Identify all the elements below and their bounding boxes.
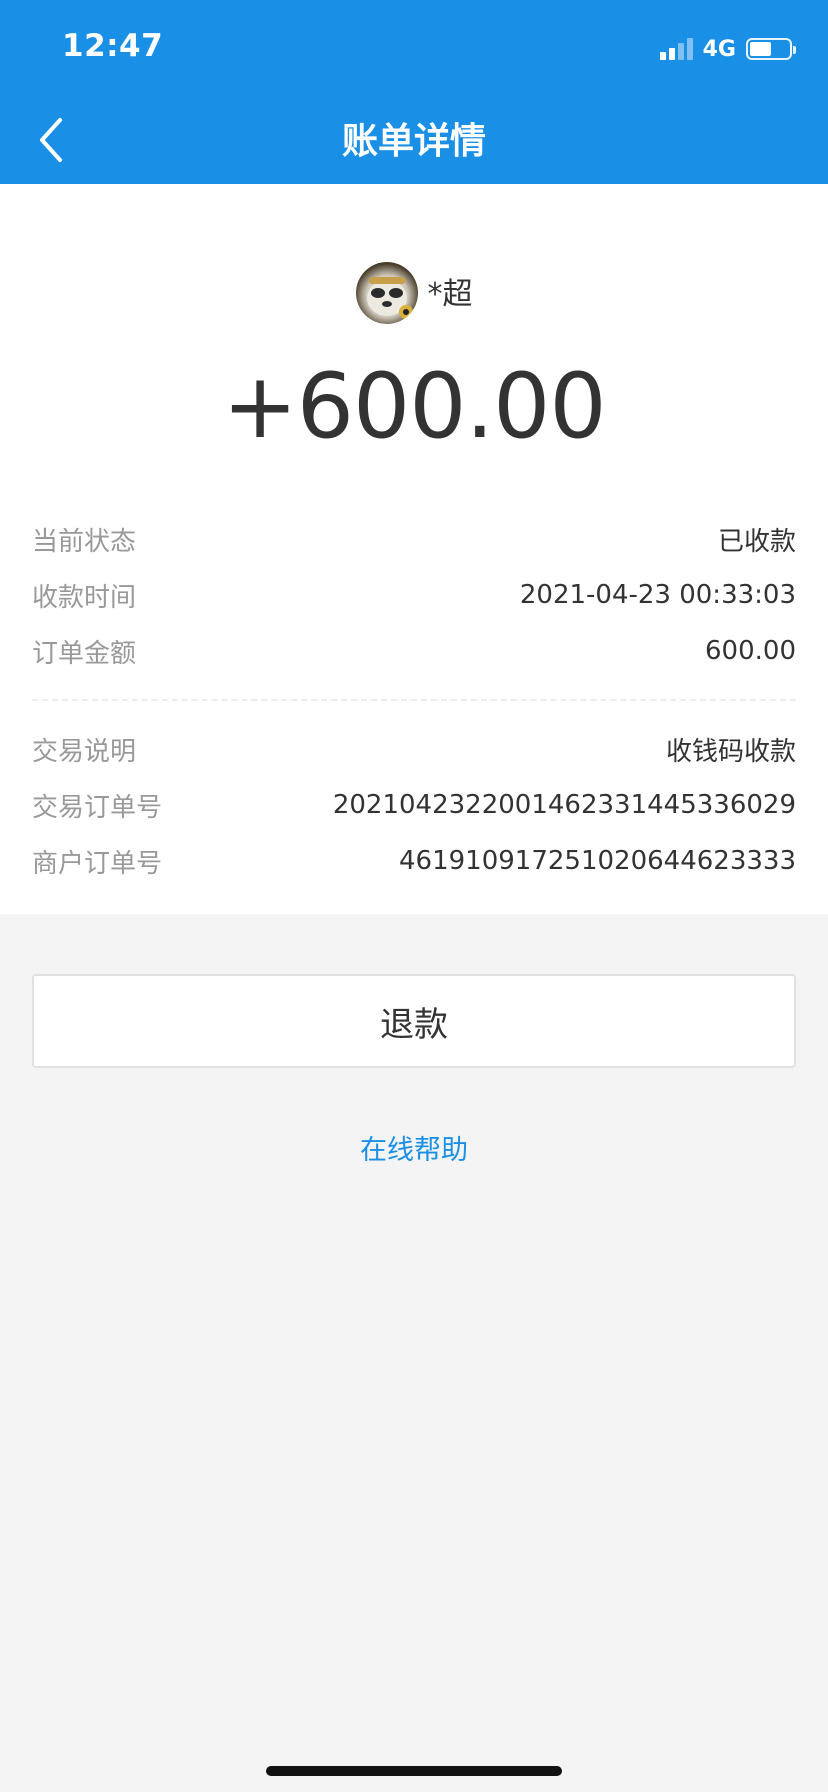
battery-icon [746,38,796,60]
payer-name: *超 [427,277,473,312]
detail-row-merchant-no: 商户订单号 461910917251020644623333 [32,841,796,881]
status-time: 12:47 [62,28,164,64]
detail-label: 订单金额 [32,638,137,669]
detail-value: 2021042322001462331445336029 [332,790,796,820]
detail-label: 当前状态 [32,526,137,557]
dashed-divider [32,699,796,701]
detail-row-description: 交易说明 收钱码收款 [32,729,796,769]
app-header: 12:47 4G 账单详情 [0,0,828,184]
avatar [355,262,418,324]
home-indicator[interactable] [266,1766,562,1776]
panda-avatar-icon [366,277,413,319]
detail-value: 600.00 [705,636,796,666]
transaction-amount: +600.00 [222,354,606,459]
signal-icon [659,38,693,60]
detail-value: 收钱码收款 [665,736,796,767]
payer-info: *超 [0,262,828,324]
detail-label: 商户订单号 [32,848,163,879]
network-type: 4G [702,36,736,62]
refund-button[interactable]: 退款 [32,974,796,1068]
detail-row-order-amount: 订单金额 600.00 [32,631,796,671]
detail-label: 交易订单号 [32,792,163,823]
detail-label: 交易说明 [32,736,137,767]
detail-label: 收款时间 [32,582,137,613]
detail-row-time: 收款时间 2021-04-23 00:33:03 [32,575,796,615]
status-indicators: 4G [659,34,796,64]
detail-value: 461910917251020644623333 [398,846,796,876]
online-help-link[interactable]: 在线帮助 [0,1128,828,1167]
detail-row-status: 当前状态 已收款 [32,519,796,559]
detail-value: 已收款 [717,526,796,557]
bill-detail-card: *超 +600.00 当前状态 已收款 收款时间 2021-04-23 00:3… [0,184,828,914]
detail-row-trade-no: 交易订单号 2021042322001462331445336029 [32,785,796,825]
detail-value: 2021-04-23 00:33:03 [519,580,796,610]
page-title: 账单详情 [341,121,486,162]
